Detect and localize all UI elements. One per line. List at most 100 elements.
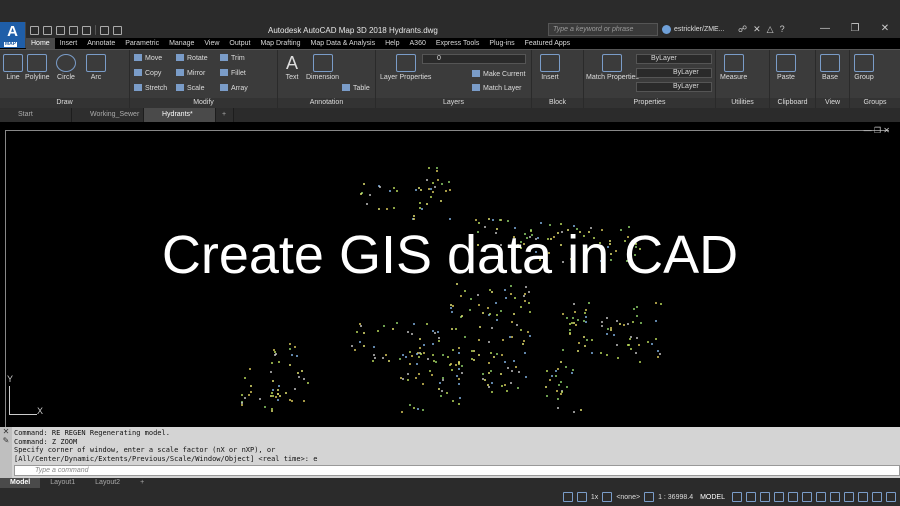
- layer-dropdown[interactable]: 0: [422, 54, 526, 64]
- arc-button[interactable]: Arc: [86, 54, 106, 81]
- new-file-tab-button[interactable]: +: [216, 108, 234, 122]
- properties-panel-label[interactable]: Properties: [584, 98, 715, 108]
- layers-panel-label[interactable]: Layers: [376, 98, 531, 108]
- match-layer-button[interactable]: Match Layer: [472, 84, 522, 93]
- hydrant-point: [529, 334, 532, 337]
- snap-icon[interactable]: [562, 492, 573, 502]
- hydrant-point: [576, 318, 579, 321]
- help-search-input[interactable]: Type a keyword or phrase: [548, 23, 658, 36]
- viewport-controls[interactable]: — ❐ ✕: [864, 126, 890, 135]
- scale-factor[interactable]: 1x: [591, 494, 598, 501]
- command-input[interactable]: Type a command: [14, 465, 900, 476]
- redo-icon[interactable]: [113, 25, 122, 35]
- annotation-panel-label[interactable]: Annotation: [278, 98, 375, 108]
- draw-panel-label[interactable]: Draw: [0, 98, 129, 108]
- layout-tab-layout1[interactable]: Layout1: [40, 478, 85, 488]
- transparency-icon[interactable]: [802, 492, 812, 502]
- command-window-handle[interactable]: ✕ ✎: [0, 427, 12, 478]
- fillet-button[interactable]: Fillet: [220, 69, 246, 78]
- scale-button[interactable]: Scale: [176, 84, 205, 93]
- match-properties-button[interactable]: Match Properties: [586, 54, 639, 81]
- circle-button[interactable]: Circle: [56, 54, 76, 81]
- annotation-monitor-icon[interactable]: [830, 492, 840, 502]
- clean-screen-icon[interactable]: [872, 492, 882, 502]
- insert-button[interactable]: Insert: [540, 54, 560, 81]
- plot-icon[interactable]: [82, 25, 91, 35]
- hydrant-point: [528, 311, 531, 314]
- annotation-scale-icon[interactable]: [644, 492, 655, 502]
- stretch-button[interactable]: Stretch: [134, 84, 167, 93]
- fillet-label: Fillet: [231, 70, 246, 77]
- lineweight-icon[interactable]: [788, 492, 798, 502]
- color-dropdown[interactable]: ByLayer: [636, 54, 712, 64]
- triangle-a-icon[interactable]: △: [767, 24, 774, 35]
- move-button[interactable]: Move: [134, 54, 162, 63]
- drawing-viewport[interactable]: — ❐ ✕ Create GIS data in CAD Y X: [0, 122, 900, 427]
- customization-menu-icon[interactable]: [886, 492, 896, 502]
- save-as-icon[interactable]: [69, 25, 78, 35]
- file-tab-hydrants[interactable]: Hydrants*: [144, 108, 216, 122]
- modify-panel-label[interactable]: Modify: [130, 98, 277, 108]
- array-button[interactable]: Array: [220, 84, 248, 93]
- dimension-button[interactable]: Dimension: [306, 54, 339, 81]
- hydrant-point: [628, 337, 631, 340]
- model-space-toggle[interactable]: MODEL: [697, 494, 728, 501]
- new-icon[interactable]: [30, 25, 39, 35]
- hydrant-point: [277, 360, 280, 363]
- hydrant-point: [406, 372, 409, 375]
- make-current-button[interactable]: Make Current: [472, 70, 525, 79]
- open-icon[interactable]: [43, 25, 52, 35]
- hydrant-point: [395, 189, 398, 192]
- workspace-gear-icon[interactable]: [816, 492, 826, 502]
- base-button[interactable]: Base: [820, 54, 840, 81]
- clipboard-panel-label[interactable]: Clipboard: [770, 98, 815, 108]
- annotation-scale[interactable]: 1 : 36998.4: [658, 494, 693, 501]
- application-menu-button[interactable]: A MAP: [0, 22, 26, 48]
- rotate-button[interactable]: Rotate: [176, 54, 208, 63]
- selection-icon[interactable]: [602, 492, 613, 502]
- new-layout-button[interactable]: +: [130, 478, 154, 488]
- view-panel-label[interactable]: View: [816, 98, 849, 108]
- hydrant-point: [565, 385, 568, 388]
- group-button[interactable]: Group: [854, 54, 874, 81]
- line-button[interactable]: Line: [3, 54, 23, 81]
- file-tab-working-sewer[interactable]: Working_Sewer: [72, 108, 144, 122]
- layout-tab-model[interactable]: Model: [0, 478, 41, 488]
- ortho-icon[interactable]: [576, 492, 587, 502]
- undo-icon[interactable]: [100, 25, 109, 35]
- measure-button[interactable]: Measure: [720, 54, 747, 81]
- osnap-icon[interactable]: [774, 492, 784, 502]
- mirror-button[interactable]: Mirror: [176, 69, 205, 78]
- copy-button[interactable]: Copy: [134, 69, 161, 78]
- linetype-dropdown[interactable]: ByLayer: [636, 68, 712, 78]
- hydrant-point: [554, 370, 557, 373]
- lineweight-dropdown[interactable]: ByLayer: [636, 82, 712, 92]
- cart-icon[interactable]: ☍: [738, 24, 747, 35]
- close-button[interactable]: ✕: [870, 20, 900, 38]
- isodraft-icon[interactable]: [760, 492, 770, 502]
- isolate-objects-icon[interactable]: [858, 492, 868, 502]
- help-icon[interactable]: ?: [780, 24, 785, 35]
- text-button[interactable]: A Text: [282, 54, 302, 81]
- selection-filter[interactable]: <none>: [616, 494, 640, 501]
- polyline-button[interactable]: Polyline: [25, 54, 50, 81]
- layout-tab-layout2[interactable]: Layout2: [85, 478, 130, 488]
- user-account[interactable]: estrickler/ZME...: [662, 23, 725, 36]
- polar-icon[interactable]: [746, 492, 756, 502]
- file-tab-start[interactable]: Start: [0, 108, 72, 122]
- hydrant-point: [470, 350, 473, 353]
- exchange-icon[interactable]: ✕: [753, 24, 761, 35]
- groups-panel-label[interactable]: Groups: [850, 98, 900, 108]
- restore-button[interactable]: ❐: [840, 20, 870, 38]
- grid-icon[interactable]: [732, 492, 742, 502]
- window-controls: — ❐ ✕: [810, 20, 900, 38]
- hydrant-point: [293, 387, 296, 390]
- save-icon[interactable]: [56, 25, 65, 35]
- trim-button[interactable]: Trim: [220, 54, 245, 63]
- block-panel-label[interactable]: Block: [532, 98, 583, 108]
- minimize-button[interactable]: —: [810, 20, 840, 38]
- paste-button[interactable]: Paste: [776, 54, 796, 81]
- table-button[interactable]: Table: [342, 84, 370, 93]
- utilities-panel-label[interactable]: Utilities: [716, 98, 769, 108]
- units-icon[interactable]: [844, 492, 854, 502]
